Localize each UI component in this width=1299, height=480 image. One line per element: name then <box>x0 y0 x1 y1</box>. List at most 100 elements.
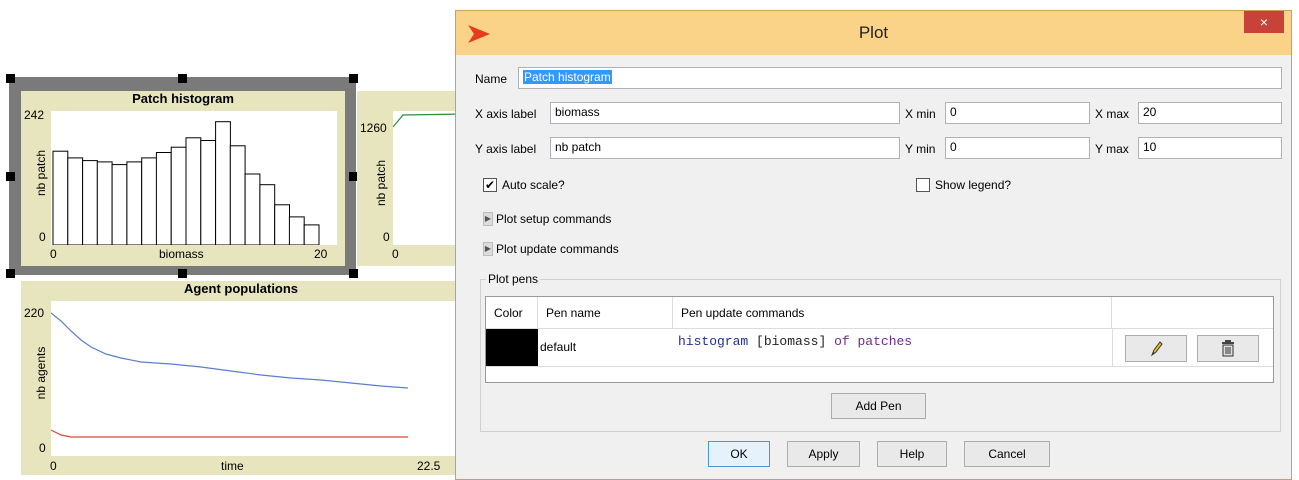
setup-commands-label[interactable]: Plot setup commands <box>496 212 611 226</box>
resize-handle-top-mid[interactable] <box>178 74 187 83</box>
histogram-bar <box>141 157 157 245</box>
pen-name-cell[interactable]: default <box>540 340 576 354</box>
y-max-label: 220 <box>24 306 45 320</box>
pen-row[interactable]: default histogram [biomass] of patches <box>486 329 1273 367</box>
cmd-keyword: histogram <box>678 334 749 349</box>
update-commands-expander-icon[interactable]: ▶ <box>483 242 493 256</box>
histogram-bar <box>215 121 231 245</box>
x-axis-label: biomass <box>159 247 204 261</box>
x-axis-label-field[interactable]: biomass <box>550 102 900 124</box>
x-min-label: X min <box>905 107 936 121</box>
resize-handle-bottom-right[interactable] <box>349 269 358 278</box>
color-column-header: Color <box>486 297 538 329</box>
x-max-label: 20 <box>314 247 328 261</box>
x-min-label: 0 <box>50 459 57 473</box>
histogram-bar <box>274 204 290 245</box>
dialog-titlebar[interactable]: Plot × <box>456 11 1291 55</box>
plot-title: Agent populations <box>183 281 299 296</box>
biomass-plot[interactable]: 1260 nb patch 0 0 <box>357 91 467 266</box>
histogram-bar <box>259 184 276 245</box>
agent-lines <box>51 312 409 438</box>
histogram-bar <box>155 152 172 245</box>
show-legend-label: Show legend? <box>935 178 1012 192</box>
name-value: Patch histogram <box>523 70 612 84</box>
x-max-label: X max <box>1095 107 1130 121</box>
add-pen-button[interactable]: Add Pen <box>831 393 926 419</box>
cancel-button[interactable]: Cancel <box>964 441 1050 467</box>
plot-dialog: Plot × Name Patch histogram X axis label… <box>455 10 1292 480</box>
histogram-bar <box>52 150 69 245</box>
y-max-label: Y max <box>1095 142 1129 156</box>
y-axis-label-field[interactable]: nb patch <box>550 137 900 159</box>
histogram-bar <box>170 146 187 245</box>
histogram-plot-area <box>51 111 337 245</box>
histogram-bar <box>229 145 246 245</box>
y-max-label: 1260 <box>360 121 387 135</box>
help-button[interactable]: Help <box>877 441 947 467</box>
cmd-patches: patches <box>857 334 913 349</box>
apply-button[interactable]: Apply <box>787 441 860 467</box>
dialog-title: Plot <box>858 23 889 42</box>
auto-scale-label: Auto scale? <box>502 178 565 192</box>
pen-color-swatch[interactable] <box>486 329 538 366</box>
histogram-bar <box>303 224 320 245</box>
x-min-field[interactable]: 0 <box>945 102 1090 124</box>
histogram-bar <box>185 137 202 245</box>
histogram-bar <box>126 161 143 245</box>
histogram-bar <box>96 161 113 245</box>
plot-pens-label: Plot pens <box>486 272 541 286</box>
histogram-bars <box>52 121 320 245</box>
resize-handle-top-right[interactable] <box>349 74 358 83</box>
patch-histogram-plot[interactable]: Patch histogram 242 0 nb patch 0 biomass… <box>21 91 345 266</box>
update-commands-label[interactable]: Plot update commands <box>496 242 619 256</box>
commands-column-header: Pen update commands <box>673 297 1112 329</box>
y-min-field[interactable]: 0 <box>945 137 1090 159</box>
agent-populations-plot[interactable]: Agent populations 220 0 nb agents 0 time… <box>21 281 461 475</box>
histogram-bar <box>288 216 305 245</box>
cmd-of: of <box>834 334 850 349</box>
x-min-label: 0 <box>392 247 399 261</box>
setup-commands-expander-icon[interactable]: ▶ <box>483 212 493 226</box>
histogram-bar <box>82 160 98 245</box>
x-min-label: 0 <box>50 247 57 261</box>
y-min-label: 0 <box>39 230 46 244</box>
plot-title: Patch histogram <box>132 91 234 106</box>
x-max-field[interactable]: 20 <box>1138 102 1282 124</box>
show-legend-checkbox[interactable] <box>916 178 930 192</box>
y-axis-label-label: Y axis label <box>475 142 537 156</box>
ok-button[interactable]: OK <box>708 441 770 467</box>
y-max-field[interactable]: 10 <box>1138 137 1282 159</box>
edit-pen-button[interactable] <box>1125 335 1187 362</box>
y-axis-label: nb agents <box>34 346 48 400</box>
auto-scale-checkbox[interactable]: ✔ <box>483 178 497 192</box>
y-min-label: 0 <box>383 230 390 244</box>
pen-commands-cell[interactable]: histogram [biomass] of patches <box>678 334 912 349</box>
histogram-bar <box>67 157 84 245</box>
y-max-label: 242 <box>24 108 45 122</box>
histogram-bar <box>244 173 261 245</box>
pens-table: Color Pen name Pen update commands defau… <box>485 296 1274 383</box>
y-min-label: Y min <box>905 142 936 156</box>
resize-handle-bottom-left[interactable] <box>6 269 15 278</box>
histogram-bar <box>111 164 128 245</box>
y-min-label: 0 <box>39 441 46 455</box>
resize-handle-bottom-mid[interactable] <box>178 269 187 278</box>
resize-handle-top-left[interactable] <box>6 74 15 83</box>
x-max-label: 22.5 <box>417 459 441 473</box>
pencil-icon <box>1150 341 1163 357</box>
cmd-bracket: [biomass] <box>756 334 827 349</box>
name-field[interactable]: Patch histogram <box>518 67 1282 89</box>
name-label: Name <box>475 72 508 86</box>
x-axis-label-label: X axis label <box>475 107 537 121</box>
y-axis-label: nb patch <box>34 149 48 197</box>
y-axis-label: nb patch <box>374 159 388 207</box>
x-axis-label: time <box>221 459 244 473</box>
trash-icon <box>1222 340 1234 357</box>
resize-handle-mid-left[interactable] <box>6 172 15 181</box>
pen-name-column-header: Pen name <box>538 297 673 329</box>
agents-plot-area <box>51 301 461 456</box>
close-button[interactable]: × <box>1244 11 1284 33</box>
delete-pen-button[interactable] <box>1197 335 1259 362</box>
histogram-bar <box>200 140 217 245</box>
actions-column-header <box>1112 297 1273 329</box>
